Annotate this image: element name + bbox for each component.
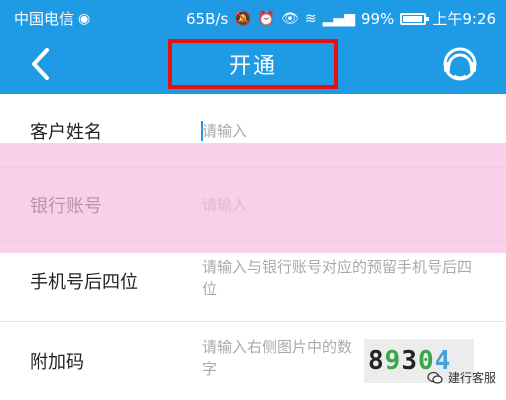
code-input[interactable] — [202, 336, 352, 388]
account-label: 银行账号 — [30, 196, 102, 217]
network-speed: 65B/s — [186, 9, 229, 28]
alarm-icon: ⏰ — [257, 10, 276, 27]
account-input[interactable] — [202, 194, 482, 216]
wifi-icon: ≋ — [304, 10, 317, 27]
customer-service-icon — [443, 47, 477, 81]
status-bar: 中国电信 ◉ 65B/s 🔕 ⏰ 👁 ≋ ▂▄▆ 99% 上午9:26 — [0, 0, 506, 34]
mute-icon: 🔕 — [234, 10, 252, 27]
nav-bar: 开通 — [0, 34, 506, 94]
wechat-icon — [427, 371, 443, 384]
captcha-digit: 8 — [368, 346, 385, 376]
page-title: 开通 — [228, 54, 277, 79]
captcha-digit: 3 — [401, 346, 418, 376]
form-row-phone: 手机号后四位 — [0, 242, 506, 322]
status-left: 中国电信 ◉ — [14, 8, 90, 29]
phone-label: 手机号后四位 — [30, 272, 138, 293]
name-input[interactable] — [202, 120, 482, 142]
code-label: 附加码 — [30, 352, 84, 373]
captcha-digit: 9 — [384, 346, 402, 376]
form-row-name: 客户姓名 — [0, 94, 506, 168]
status-right: 65B/s 🔕 ⏰ 👁 ≋ ▂▄▆ 99% 上午9:26 — [186, 8, 496, 29]
customer-service-button[interactable] — [438, 42, 482, 86]
signal-icon: ▂▄▆ — [322, 10, 355, 27]
back-button[interactable] — [22, 44, 62, 84]
battery-percent: 99% — [360, 9, 395, 28]
watermark-text: 建行客服 — [447, 371, 496, 385]
page-title-box: 开通 — [168, 39, 338, 89]
chevron-left-icon — [32, 48, 49, 80]
phone-input[interactable] — [202, 256, 474, 308]
battery-icon — [400, 12, 430, 25]
name-label: 客户姓名 — [30, 122, 102, 143]
clock: 上午9:26 — [432, 10, 496, 28]
watermark: 建行客服 — [427, 369, 496, 386]
carrier-label: 中国电信 — [14, 10, 75, 28]
form-row-code: 附加码 8 9 3 0 4 — [0, 322, 506, 400]
form-row-account: 银行账号 — [0, 168, 506, 242]
app-notification-icon: ◉ — [78, 10, 91, 27]
eye-icon: 👁 — [281, 10, 299, 27]
